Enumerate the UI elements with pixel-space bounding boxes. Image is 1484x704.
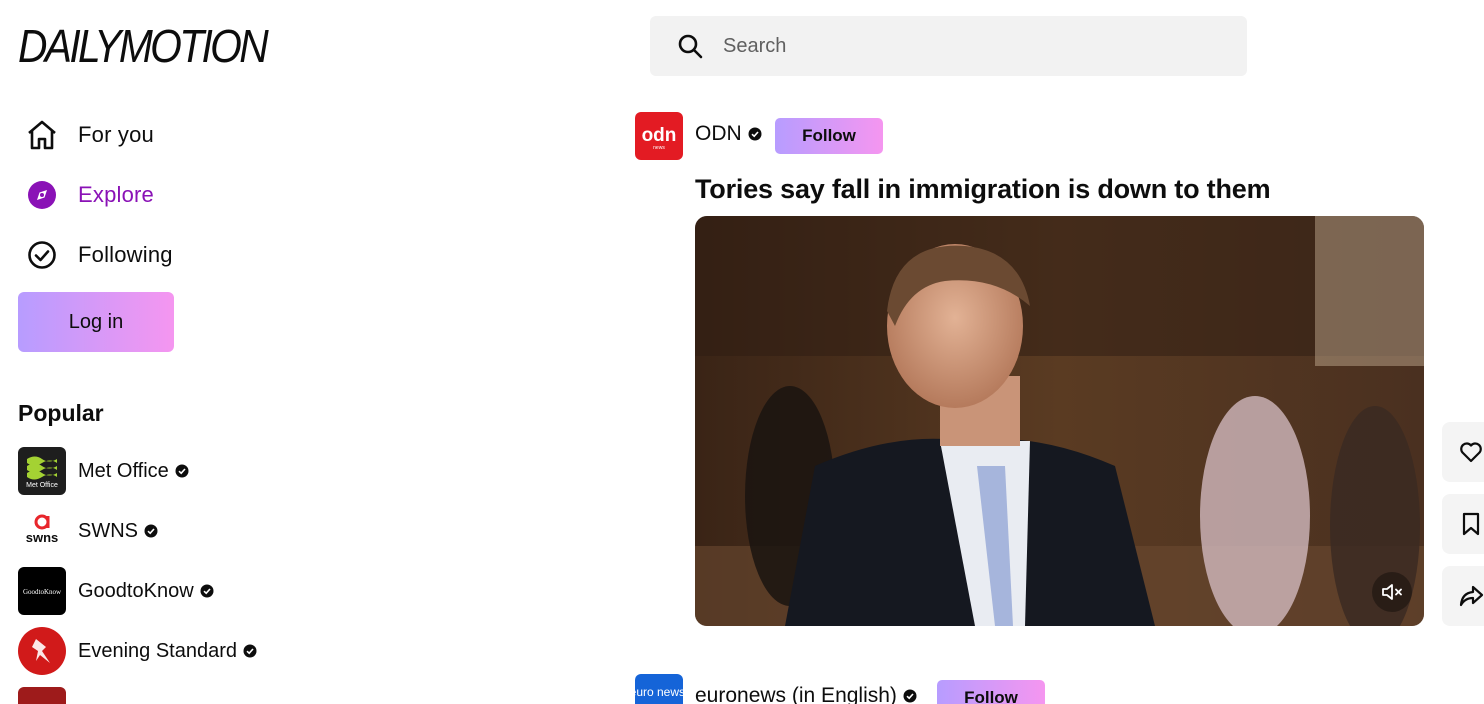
verified-icon [144,524,158,538]
avatar-text: Met Office [26,482,58,489]
popular-heading: Popular [18,400,104,426]
nav-label: Following [78,242,173,267]
logo-text: DAILYMOTION [18,22,269,68]
mute-button[interactable] [1372,572,1412,612]
like-button[interactable] [1442,422,1484,482]
nav-item-following[interactable]: Following [24,235,173,275]
goodtoknow-avatar: GoodtoKnow [18,567,66,615]
channel-name: Evening Standard [78,640,257,663]
nav-label: For you [78,122,154,147]
login-button[interactable]: Log in [18,292,174,352]
popular-channel-swns[interactable]: swns SWNS [18,507,158,555]
video-thumbnail [695,216,1424,626]
muted-speaker-icon [1382,584,1402,600]
popular-channel-partial[interactable] [18,687,66,704]
follow-button[interactable]: Follow [937,680,1045,704]
save-button[interactable] [1442,494,1484,554]
channel-name: Met Office [78,460,189,483]
popular-channel-met-office[interactable]: Met Office Met Office [18,447,189,495]
channel-name: GoodtoKnow [78,580,214,603]
nav-label: Explore [78,182,154,207]
dailymotion-logo[interactable]: DAILYMOTION [18,22,278,68]
channel-name: SWNS [78,520,158,543]
avatar-text: swns [26,530,59,545]
channel-avatar [18,687,66,704]
swns-avatar: swns [18,507,66,555]
video-title[interactable]: Tories say fall in immigration is down t… [695,174,1271,205]
search-bar[interactable] [650,16,1247,76]
home-icon [24,117,60,153]
verified-icon [243,644,257,658]
verified-icon [200,584,214,598]
euronews-avatar[interactable]: euro news. [635,674,683,704]
evening-standard-avatar [18,627,66,675]
compass-icon [24,177,60,213]
verified-icon [903,689,917,703]
follow-button[interactable]: Follow [775,118,883,154]
channel-name-euronews[interactable]: euronews (in English) [695,684,917,704]
nav-item-explore[interactable]: Explore [24,175,154,215]
avatar-text: GoodtoKnow [23,588,62,596]
heart-icon [1460,442,1482,463]
avatar-text: euro news. [635,685,683,699]
share-button[interactable] [1442,566,1484,626]
video-player[interactable] [695,216,1424,626]
met-office-avatar: Met Office [18,447,66,495]
avatar-subtext: news [653,145,665,151]
odn-avatar[interactable]: odn news [635,112,683,160]
avatar-text: odn [642,125,677,146]
share-icon [1459,585,1484,607]
search-input[interactable] [723,34,1203,58]
nav-item-for-you[interactable]: For you [24,115,154,155]
popular-channel-goodtoknow[interactable]: GoodtoKnow GoodtoKnow [18,567,214,615]
verified-icon [175,464,189,478]
verified-icon [748,127,762,141]
popular-channel-evening-standard[interactable]: Evening Standard [18,627,257,675]
check-circle-icon [24,237,60,273]
search-icon [678,34,703,59]
bookmark-icon [1462,512,1480,536]
channel-name-odn[interactable]: ODN [695,122,762,146]
